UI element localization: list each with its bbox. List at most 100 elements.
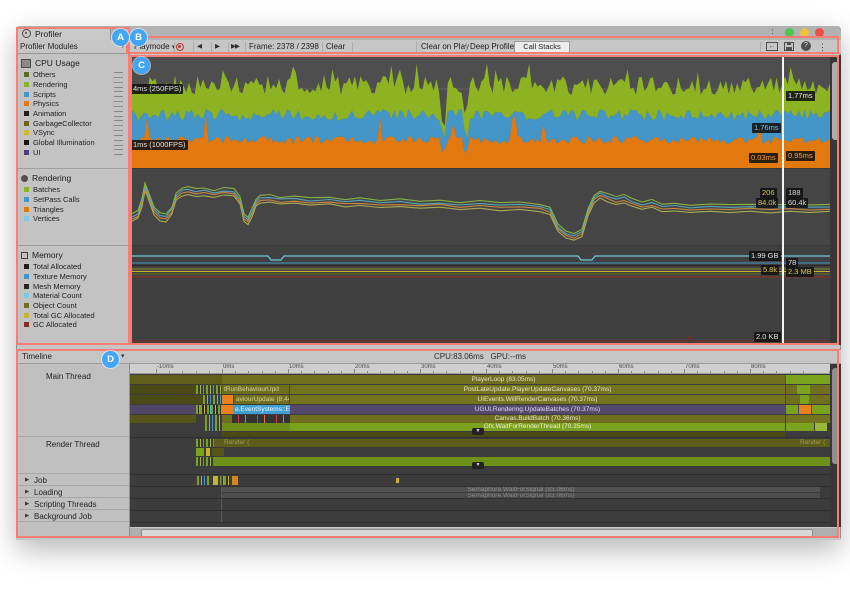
profiler-modules-dropdown[interactable]: Profiler Modules <box>20 40 78 54</box>
window-control-light[interactable] <box>815 28 824 37</box>
drag-handle-icon[interactable] <box>114 130 123 136</box>
timeline-segment[interactable] <box>812 405 830 414</box>
timeline-segment[interactable] <box>786 423 814 431</box>
titlebar-menu-icon[interactable]: ⋮ <box>768 26 777 40</box>
timeline-bar[interactable]: Semaphore.WaitForSignal (83.06ms) <box>222 487 820 492</box>
timeline-segment[interactable] <box>799 405 811 414</box>
timeline-segment[interactable] <box>205 415 222 423</box>
last-frame-button[interactable]: ▶▶ <box>231 40 239 54</box>
timeline-segment[interactable] <box>212 448 224 456</box>
expand-arrow-icon[interactable]: ▶ <box>25 477 29 483</box>
memory-chart[interactable] <box>130 245 830 345</box>
record-button[interactable] <box>176 43 184 51</box>
timeline-dropdown[interactable]: Timeline <box>22 349 52 364</box>
call-stacks-button[interactable]: Call Stacks <box>514 41 570 53</box>
timeline-segment[interactable] <box>232 415 290 423</box>
timeline-segment[interactable] <box>797 385 810 394</box>
thread-row-job[interactable] <box>16 474 129 486</box>
expand-marker-icon[interactable]: ▼ <box>472 428 484 435</box>
next-frame-button[interactable]: ▶ <box>215 40 219 54</box>
timeline-bar[interactable]: PlayerLoop (83.05ms) <box>222 375 785 384</box>
tab-profiler[interactable]: Profiler <box>17 27 111 40</box>
drag-handle-icon[interactable] <box>114 149 123 155</box>
module-section-header[interactable]: Memory <box>16 246 129 262</box>
legend-item[interactable]: Rendering <box>16 80 129 90</box>
timeline-segment[interactable] <box>203 395 222 404</box>
timeline-segment[interactable] <box>213 457 830 466</box>
timeline-segment[interactable] <box>222 423 290 431</box>
timeline-track-area[interactable]: PlayerLoop (83.05ms)tRunBehaviourUpdPost… <box>130 374 830 527</box>
rendering-chart[interactable] <box>130 168 830 245</box>
thread-row-loading[interactable] <box>16 486 129 498</box>
timeline-segment[interactable] <box>196 457 212 466</box>
drag-handle-icon[interactable] <box>114 82 123 88</box>
expand-arrow-icon[interactable]: ▶ <box>25 501 29 507</box>
drag-handle-icon[interactable] <box>114 120 123 126</box>
legend-item[interactable]: GC Allocated <box>16 320 129 330</box>
timeline-segment[interactable] <box>786 405 798 414</box>
expand-arrow-icon[interactable]: ▶ <box>25 489 29 495</box>
legend-item[interactable]: VSync <box>16 128 129 138</box>
drag-handle-icon[interactable] <box>114 140 123 146</box>
timeline-segment[interactable] <box>196 439 214 447</box>
legend-item[interactable]: Others <box>16 70 129 80</box>
timeline-segment[interactable] <box>396 478 399 483</box>
timeline-segment[interactable] <box>196 385 222 394</box>
timeline-bar[interactable]: e.EventSystems::Ev <box>233 405 290 414</box>
timeline-segment[interactable] <box>815 423 827 431</box>
deep-profile-button[interactable]: Deep Profile <box>470 40 514 54</box>
toolbar-menu-icon[interactable]: ⋮ <box>818 40 827 54</box>
timeline-segment[interactable] <box>196 405 222 414</box>
prev-frame-button[interactable]: ◀ <box>197 40 201 54</box>
drag-handle-icon[interactable] <box>114 111 123 117</box>
timeline-bar[interactable]: tRunBehaviourUpd <box>222 385 289 394</box>
help-icon[interactable]: ? <box>801 41 811 51</box>
timeline-segment[interactable] <box>205 423 222 431</box>
legend-item[interactable]: Scripts <box>16 89 129 99</box>
legend-item[interactable]: Texture Memory <box>16 272 129 282</box>
timeline-bar[interactable]: PostLateUpdate.PlayerUpdateCanvases (70.… <box>290 385 785 394</box>
save-profile-icon[interactable] <box>784 42 794 51</box>
timeline-segment[interactable] <box>786 415 830 423</box>
timeline-segment[interactable] <box>206 448 210 456</box>
timeline-segment[interactable] <box>222 395 233 404</box>
drag-handle-icon[interactable] <box>114 72 123 78</box>
timeline-bar[interactable]: UGUI.Rendering.UpdateBatches (70.37ms) <box>290 405 785 414</box>
clear-button[interactable]: Clear <box>326 40 345 54</box>
legend-item[interactable]: GarbageCollector <box>16 118 129 128</box>
window-control-light[interactable] <box>785 28 794 37</box>
clear-on-play-button[interactable]: Clear on Play <box>421 40 469 54</box>
load-profile-icon[interactable]: ← <box>766 42 778 51</box>
timeline-bar[interactable]: Gfx.WaitForRenderThread (70.35ms) <box>290 423 785 431</box>
timeline-bar[interactable]: Canvas.BuildBatch (70.36ms) <box>290 415 785 423</box>
timeline-bar[interactable]: Render ( <box>214 439 830 447</box>
timeline-segment[interactable] <box>786 375 830 384</box>
chart-scrollbar-thumb[interactable] <box>832 62 839 140</box>
timeline-segment[interactable] <box>197 476 211 485</box>
legend-item[interactable]: Total GC Allocated <box>16 310 129 320</box>
legend-item[interactable]: Global Illumination <box>16 138 129 148</box>
expand-arrow-icon[interactable]: ▶ <box>25 513 29 519</box>
timeline-segment[interactable] <box>222 405 233 414</box>
timeline-bar[interactable]: aviourUpdate (8.44 <box>234 395 289 404</box>
timeline-chevron-down-icon[interactable]: ▾ <box>121 349 125 364</box>
timeline-bar[interactable]: Render ( <box>798 439 830 447</box>
timeline-vscrollbar-thumb[interactable] <box>832 368 839 464</box>
legend-item[interactable]: UI <box>16 148 129 158</box>
legend-item[interactable]: Batches <box>16 185 129 195</box>
timeline-segment[interactable] <box>213 476 218 485</box>
legend-item[interactable]: SetPass Calls <box>16 195 129 205</box>
legend-item[interactable]: Total Allocated <box>16 262 129 272</box>
window-control-light[interactable] <box>800 28 809 37</box>
drag-handle-icon[interactable] <box>114 91 123 97</box>
module-section-header[interactable]: Rendering <box>16 169 129 185</box>
timeline-segment[interactable] <box>196 448 204 456</box>
legend-item[interactable]: Vertices <box>16 214 129 224</box>
legend-item[interactable]: Physics <box>16 99 129 109</box>
timeline-segment[interactable] <box>800 395 809 404</box>
timeline-segment[interactable] <box>130 415 196 423</box>
legend-item[interactable]: Triangles <box>16 204 129 214</box>
legend-item[interactable]: Material Count <box>16 291 129 301</box>
drag-handle-icon[interactable] <box>114 101 123 107</box>
legend-item[interactable]: Animation <box>16 109 129 119</box>
